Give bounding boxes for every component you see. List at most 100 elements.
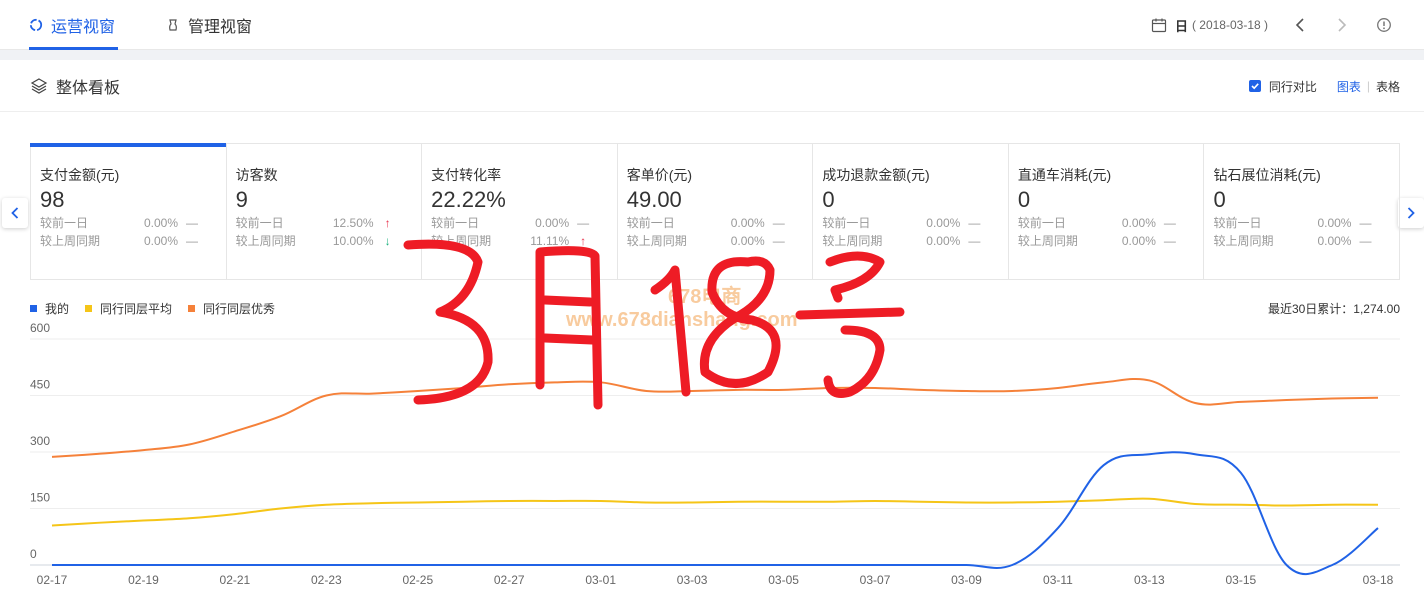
y-tick-label: 0 [30,547,37,561]
compare-value: 0.00% [143,234,178,248]
metric-cards: 支付金额(元) 98 较前一日 0.00% — 较上周同期 0.00% — 访客数 9 … [30,143,1400,280]
metric-card-ztc-spend[interactable]: 直通车消耗(元) 0 较前一日 0.00% — 较上周同期 0.00% — [1009,144,1205,279]
x-tick-label: 03-01 [585,573,616,587]
compare-row: 较上周同期 0.00% — [40,232,218,250]
trend-down-icon: ↓ [384,234,391,248]
metric-value: 22.22% [431,187,506,212]
trend-flat-icon: — [186,216,198,230]
compare-row: 较上周同期 11.11% ↑ [431,232,609,250]
metric-value: 0 [822,187,835,212]
compare-row: 较上周同期 0.00% — [822,232,1000,250]
metric-card-visitors[interactable]: 访客数 9 较前一日 12.50% ↑ 较上周同期 10.00% ↓ [227,144,423,279]
x-tick-label: 02-25 [402,573,433,587]
compare-row: 较前一日 0.00% — [627,214,805,232]
prev-date-button[interactable] [1290,15,1310,35]
view-table-toggle[interactable]: 表格 [1376,78,1400,95]
cards-next-button[interactable] [1398,198,1424,228]
compare-value: 0.00% [535,216,570,230]
legend-label: 同行同层平均 [100,302,173,316]
compare-label: 较前一日 [40,216,89,230]
y-tick-label: 150 [30,491,50,505]
check-icon [1251,83,1259,90]
compare-label: 较上周同期 [822,234,883,248]
trend-flat-icon: — [1163,216,1176,230]
x-tick-label: 03-13 [1134,573,1165,587]
compare-label[interactable]: 同行对比 [1269,78,1317,95]
metric-value: 0 [1213,187,1226,212]
x-tick-label: 02-23 [311,573,342,587]
compare-row: 较前一日 0.00% — [1018,214,1196,232]
metric-value: 49.00 [626,187,682,212]
compare-value: 0.00% [143,216,178,230]
compare-checkbox[interactable] [1248,80,1261,92]
metric-card-diamond-spend[interactable]: 钻石展位消耗(元) 0 较前一日 0.00% — 较上周同期 0.00% — [1204,144,1399,279]
date-selector: 日 ( 2018-03-18 ) [1151,0,1394,50]
period-day-label[interactable]: 日 [1175,16,1188,35]
view-switch: 图表 | 表格 [1337,78,1400,95]
trend-flat-icon: — [1163,234,1176,248]
x-tick-label: 03-05 [768,573,799,587]
compare-value: 0.00% [730,234,765,248]
x-tick-label: 02-27 [494,573,525,587]
view-chart-toggle[interactable]: 图表 [1337,78,1361,95]
metric-label: 支付金额(元) [40,167,120,183]
series-line-peer-excellent[interactable] [51,377,1379,458]
calendar-icon[interactable] [1151,17,1167,33]
compare-label: 较前一日 [822,216,871,230]
trend-flat-icon: — [968,216,981,230]
legend-item-mine[interactable]: 我的 [30,300,69,317]
tab-operations-label: 运营视窗 [51,19,116,36]
compare-value: 10.00% [332,234,374,248]
x-tick-label: 02-19 [128,573,159,587]
legend-item-peer-excellent[interactable]: 同行同层优秀 [188,300,275,317]
compare-value: 0.00% [1121,234,1156,248]
top-nav: 运营视窗 管理视窗 日 ( 2018-03-18 ) [0,0,1424,50]
trend-up-icon: ↑ [384,216,391,230]
compare-label: 较上周同期 [626,234,687,248]
chart-legend: 我的 同行同层平均 同行同层优秀 [30,300,291,317]
metric-label: 直通车消耗(元) [1017,167,1112,183]
legend-swatch [188,305,196,312]
trend-flat-icon: — [577,216,590,230]
y-tick-label: 300 [30,434,50,448]
x-tick-label: 02-17 [37,573,68,587]
view-switch-separator: | [1366,79,1370,93]
trend-flat-icon: — [772,234,785,248]
chevron-left-icon [11,207,19,219]
metric-value: 98 [40,187,65,212]
section-title: 整体看板 [30,60,120,112]
cards-prev-button[interactable] [2,198,28,228]
trend-flat-icon: — [772,216,785,230]
watermark-brand: 678电商 [668,286,742,308]
compare-label: 较前一日 [1017,216,1066,230]
metric-card-avg-order-value[interactable]: 客单价(元) 49.00 较前一日 0.00% — 较上周同期 0.00% — [618,144,814,279]
tab-operations-view[interactable]: 运营视窗 [29,0,115,50]
layers-icon [30,78,48,94]
legend-item-peer-average[interactable]: 同行同层平均 [85,300,172,317]
compare-label: 较前一日 [431,216,480,230]
tab-management-view[interactable]: 管理视窗 [166,0,252,50]
metric-card-conversion-rate[interactable]: 支付转化率 22.22% 较前一日 0.00% — 较上周同期 11.11% ↑ [422,144,618,279]
next-date-button[interactable] [1332,15,1352,35]
metric-card-refund-amount[interactable]: 成功退款金额(元) 0 较前一日 0.00% — 较上周同期 0.00% — [813,144,1009,279]
series-line-peer-average[interactable] [51,497,1379,527]
compare-row: 较前一日 0.00% — [1213,214,1391,232]
compare-value: 0.00% [926,234,961,248]
metric-card-payment-amount[interactable]: 支付金额(元) 98 较前一日 0.00% — 较上周同期 0.00% — [30,143,227,279]
info-button[interactable] [1374,15,1394,35]
watermark-url: www.678dianshang.com [566,309,798,331]
trend-flat-icon: — [968,234,981,248]
y-tick-label: 450 [30,378,50,392]
compare-value: 0.00% [926,216,961,230]
compare-row: 较上周同期 0.00% — [627,232,805,250]
chevron-right-icon [1407,207,1415,219]
metric-label: 支付转化率 [431,167,502,183]
line-chart[interactable]: 0 150 300 450 600 02-17 02-19 02-21 02-23 02-25 02… [0,320,1424,610]
compare-row: 较上周同期 10.00% ↓ [236,232,414,250]
section-divider [0,50,1424,60]
x-tick-label: 03-18 [1363,573,1394,587]
compare-row: 较前一日 12.50% ↑ [236,214,414,232]
alert-circle-icon [1377,18,1391,32]
metric-label: 访客数 [235,167,278,183]
legend-swatch [30,305,37,312]
